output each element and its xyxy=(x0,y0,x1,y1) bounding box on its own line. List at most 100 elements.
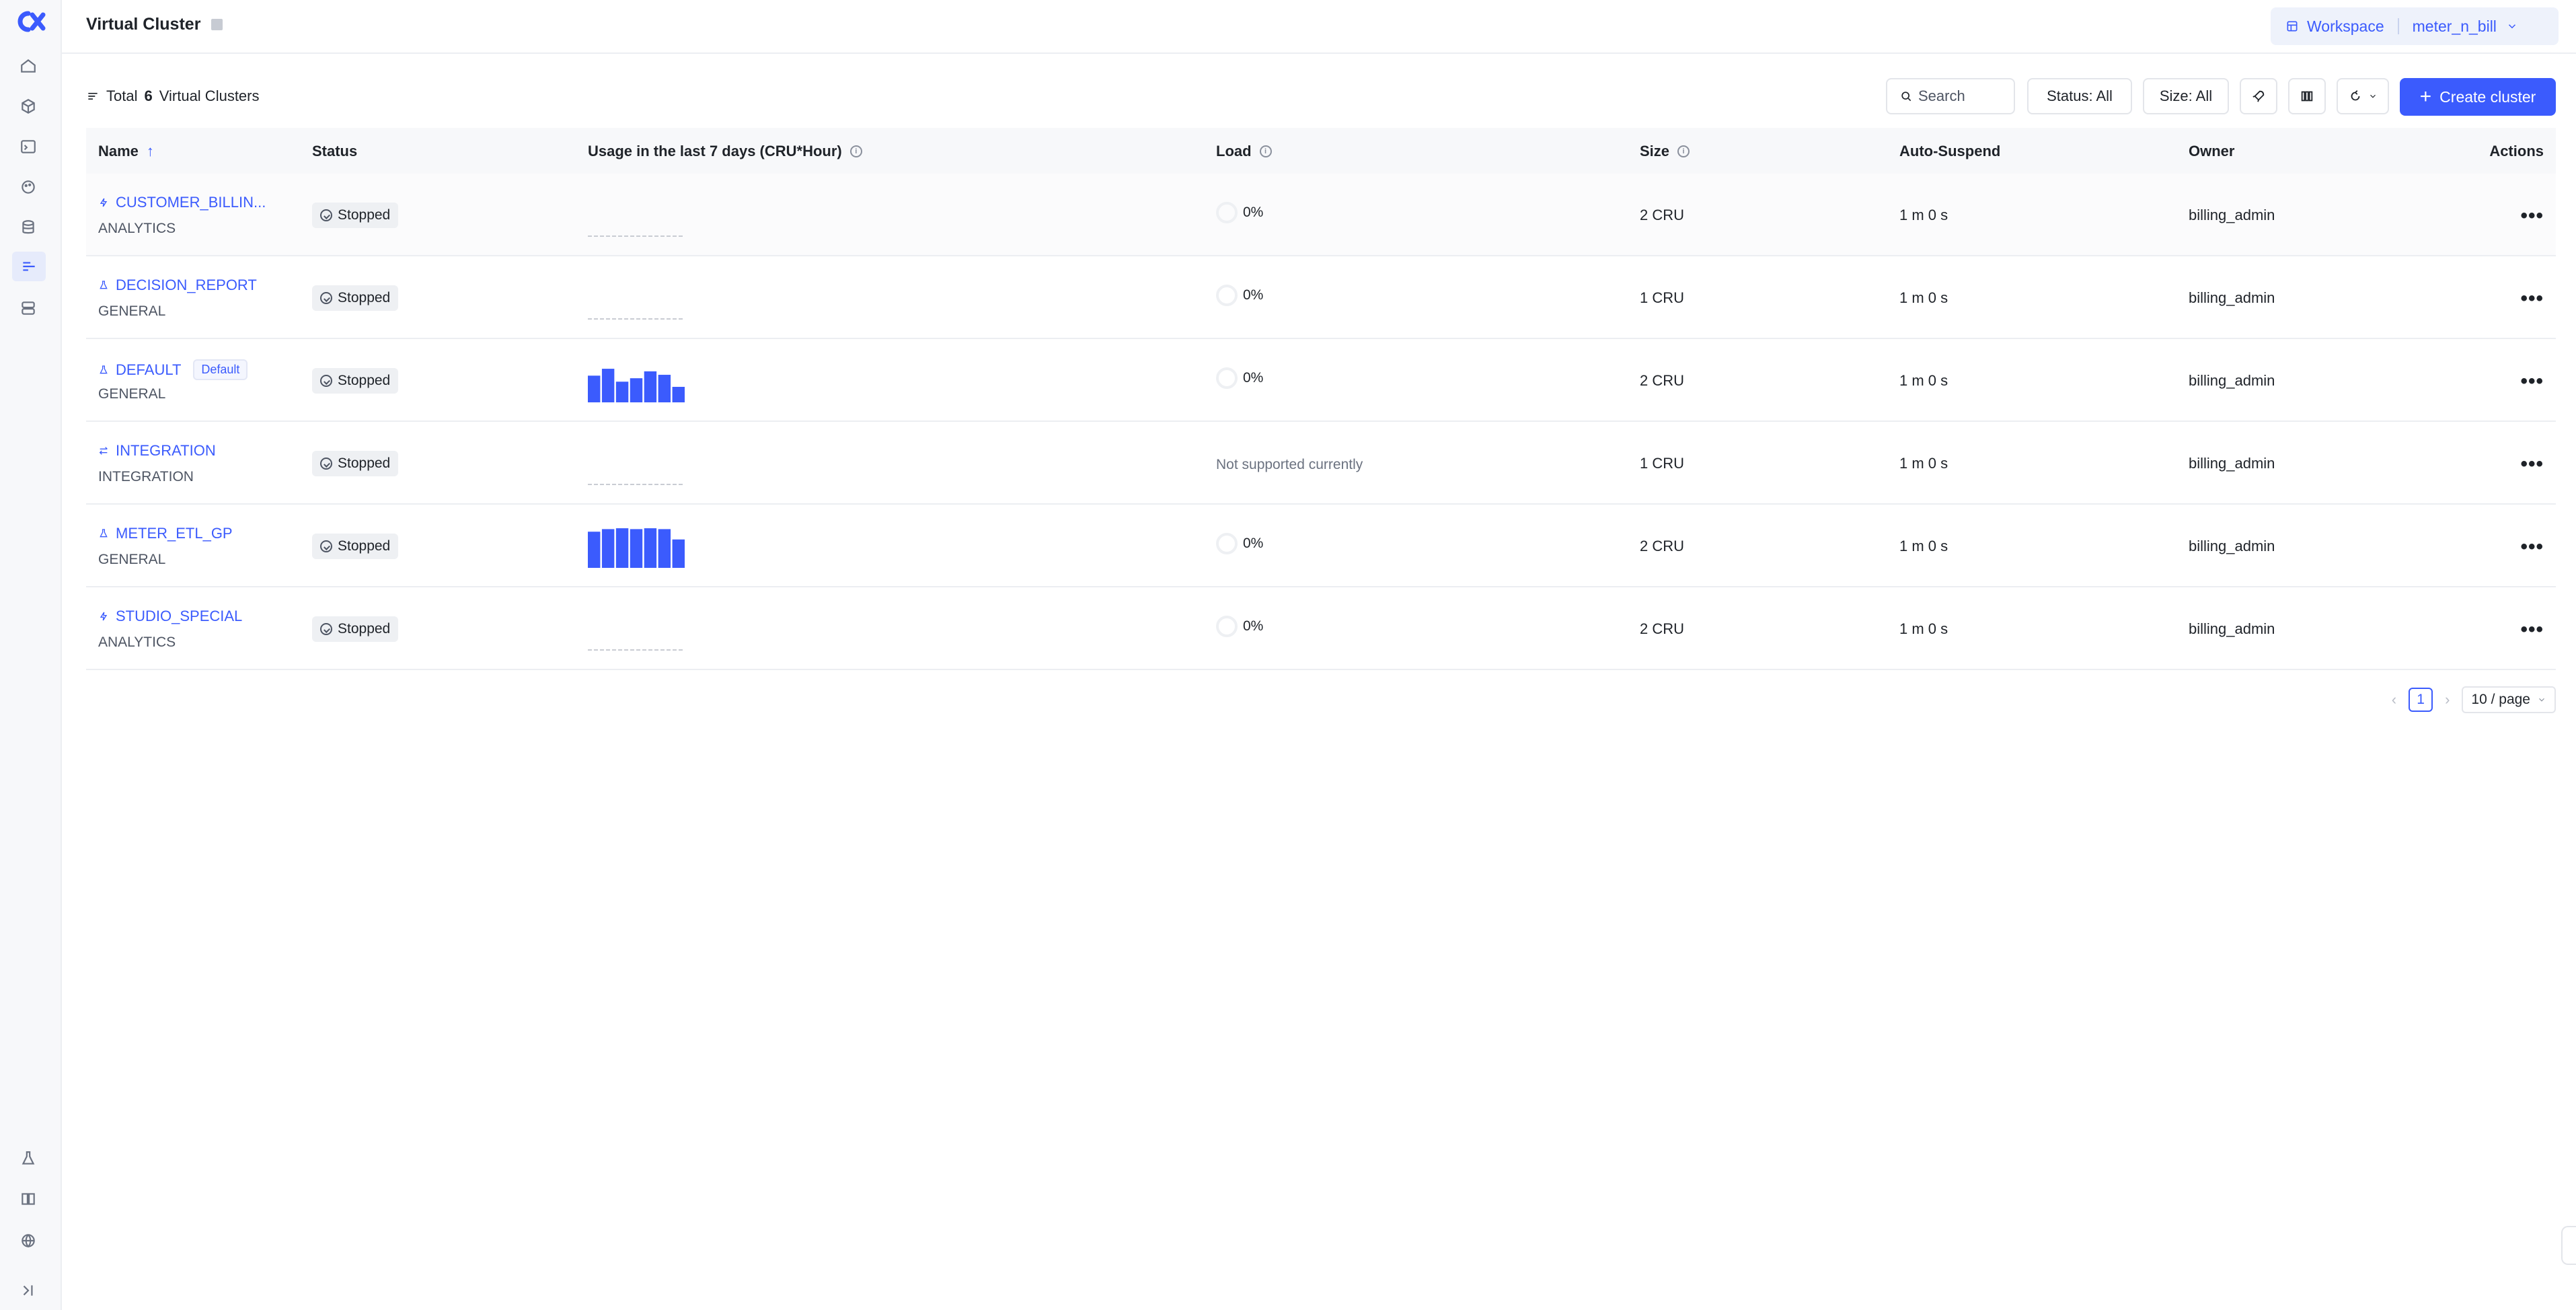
info-icon[interactable]: i xyxy=(849,145,862,157)
virtual-cluster-nav-icon[interactable] xyxy=(12,252,46,281)
auto-suspend: 1 m 0 s xyxy=(1899,455,1948,472)
status-badge: Stopped xyxy=(312,451,399,476)
cluster-name-link[interactable]: CUSTOMER_BILLIN... xyxy=(98,194,266,211)
default-tag: Default xyxy=(193,359,248,380)
workspace-icon xyxy=(2287,21,2298,32)
load-value: 0% xyxy=(1243,370,1264,386)
cluster-name-link[interactable]: STUDIO_SPECIAL xyxy=(98,608,242,625)
col-name[interactable]: Name ↑ xyxy=(98,143,154,160)
next-page-icon[interactable]: › xyxy=(2445,691,2450,708)
load-indicator: 0% xyxy=(1216,202,1263,223)
more-actions-icon[interactable]: ••• xyxy=(2520,536,2544,558)
status-text: Stopped xyxy=(338,456,391,471)
page-number[interactable]: 1 xyxy=(2409,688,2433,712)
prev-page-icon[interactable]: ‹ xyxy=(2392,691,2396,708)
usage-bar xyxy=(672,386,685,402)
rocket-button[interactable] xyxy=(2240,78,2277,114)
cluster-type: GENERAL xyxy=(98,552,166,567)
workspace-selector[interactable]: Workspace meter_n_bill xyxy=(2271,7,2559,45)
more-actions-icon[interactable]: ••• xyxy=(2520,205,2544,227)
status-filter-label: Status: All xyxy=(2047,87,2113,104)
doc-help-icon[interactable] xyxy=(211,19,223,30)
load-unsupported: Not supported currently xyxy=(1216,457,1363,472)
collapse-panel-tab[interactable] xyxy=(2561,1226,2576,1265)
col-owner-label: Owner xyxy=(2189,143,2235,159)
stopped-icon xyxy=(320,292,332,304)
swap-icon xyxy=(99,447,108,455)
page-size-select[interactable]: 10 / page xyxy=(2462,686,2556,713)
usage-chart xyxy=(588,649,685,651)
cluster-size: 2 CRU xyxy=(1640,207,1685,223)
more-actions-icon[interactable]: ••• xyxy=(2520,618,2544,641)
usage-bar xyxy=(644,528,657,568)
usage-bar xyxy=(615,528,629,568)
load-ring xyxy=(1216,616,1238,637)
cluster-type: GENERAL xyxy=(98,386,166,402)
status-filter[interactable]: Status: All xyxy=(2027,78,2132,114)
col-load-label: Load xyxy=(1216,143,1252,159)
flask-icon xyxy=(100,365,108,373)
col-auto-suspend: Auto-Suspend xyxy=(1899,143,2000,160)
home-icon[interactable] xyxy=(17,55,39,77)
flask-icon xyxy=(100,529,108,538)
refresh-button[interactable] xyxy=(2337,78,2389,114)
table-row[interactable]: DECISION_REPORT GENERAL Stopped 0% 1 CRU 1 m … xyxy=(86,256,2556,339)
globe-icon[interactable] xyxy=(17,1230,39,1251)
book-icon[interactable] xyxy=(17,1188,39,1210)
status-text: Stopped xyxy=(338,373,391,388)
info-icon[interactable]: i xyxy=(1259,145,1272,157)
cluster-name-link[interactable]: METER_ETL_GP xyxy=(98,525,233,542)
more-actions-icon[interactable]: ••• xyxy=(2520,287,2544,310)
owner: billing_admin xyxy=(2189,372,2275,389)
col-usage: Usage in the last 7 days (CRU*Hour) i xyxy=(588,143,862,160)
usage-chart xyxy=(588,235,685,237)
terminal-icon[interactable] xyxy=(17,136,39,157)
col-status-label: Status xyxy=(312,143,358,159)
cluster-name-link[interactable]: INTEGRATION xyxy=(98,442,216,460)
database-icon[interactable] xyxy=(17,217,39,238)
server-icon[interactable] xyxy=(17,297,39,319)
usage-sparkline xyxy=(588,525,685,568)
col-auto-suspend-label: Auto-Suspend xyxy=(1899,143,2001,159)
table-row[interactable]: METER_ETL_GP GENERAL Stopped 0% 2 CRU 1 m 0 s… xyxy=(86,505,2556,587)
chevron-down-icon xyxy=(2508,24,2515,29)
table-row[interactable]: DEFAULT Default GENERAL Stopped 0% 2 CRU 1 m 0… xyxy=(86,339,2556,422)
columns-button[interactable] xyxy=(2288,78,2326,114)
info-icon[interactable]: i xyxy=(1677,145,1690,157)
usage-sparkline xyxy=(588,359,685,402)
status-text: Stopped xyxy=(338,538,391,554)
lab-flask-icon[interactable] xyxy=(17,1148,39,1169)
owner: billing_admin xyxy=(2189,455,2275,472)
cluster-size: 1 CRU xyxy=(1640,289,1685,306)
more-actions-icon[interactable]: ••• xyxy=(2520,370,2544,393)
status-badge: Stopped xyxy=(312,616,399,642)
total-prefix: Total xyxy=(106,87,138,104)
table-row[interactable]: CUSTOMER_BILLIN... ANALYTICS Stopped 0% 2 CR… xyxy=(86,174,2556,256)
status-text: Stopped xyxy=(338,207,391,223)
workspace-label: Workspace xyxy=(2307,17,2384,35)
expand-sidebar-icon[interactable] xyxy=(17,1280,39,1301)
create-cluster-button[interactable]: + Create cluster xyxy=(2400,78,2556,116)
page-title: Virtual Cluster xyxy=(86,15,201,34)
owner: billing_admin xyxy=(2189,538,2275,554)
table-row[interactable]: STUDIO_SPECIAL ANALYTICS Stopped 0% 2 CRU 1 m… xyxy=(86,587,2556,670)
cluster-size: 2 CRU xyxy=(1640,538,1685,554)
usage-bar xyxy=(658,375,671,402)
total-suffix: Virtual Clusters xyxy=(159,87,260,104)
cluster-type: ANALYTICS xyxy=(98,634,176,650)
sort-asc-icon[interactable]: ↑ xyxy=(147,143,154,160)
table-row[interactable]: INTEGRATION INTEGRATION Stopped Not support… xyxy=(86,422,2556,505)
cube-icon[interactable] xyxy=(17,96,39,117)
total-number: 6 xyxy=(144,87,153,104)
palette-icon[interactable] xyxy=(17,176,39,198)
cluster-name-link[interactable]: DEFAULT Default xyxy=(98,359,248,380)
brand-logo[interactable] xyxy=(13,9,46,34)
search-input[interactable]: Search xyxy=(1886,78,2015,114)
auto-suspend: 1 m 0 s xyxy=(1899,372,1948,389)
cluster-name-link[interactable]: DECISION_REPORT xyxy=(98,277,257,294)
size-filter[interactable]: Size: All xyxy=(2143,78,2229,114)
cluster-name: STUDIO_SPECIAL xyxy=(116,608,243,624)
cluster-size: 2 CRU xyxy=(1640,372,1685,389)
more-actions-icon[interactable]: ••• xyxy=(2520,453,2544,476)
page-header: Virtual Cluster Workspace meter_n_bill xyxy=(62,0,2576,54)
